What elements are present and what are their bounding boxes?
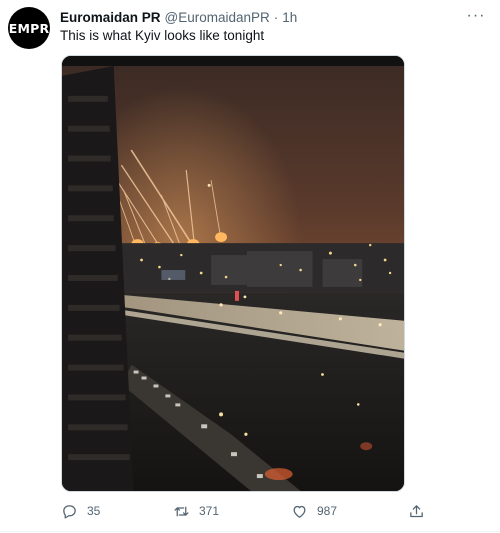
tweet-timestamp[interactable]: 1h — [282, 10, 297, 25]
share-icon — [410, 504, 423, 517]
retweet-icon — [174, 506, 189, 516]
tweet[interactable]: EMPR Euromaidan PR @EuromaidanPR · 1h ··… — [0, 0, 500, 533]
retweet-button[interactable]: 371 — [173, 499, 219, 523]
retweet-count: 371 — [199, 504, 220, 518]
avatar-text: EMPR — [8, 20, 50, 36]
tweet-photo[interactable] — [61, 55, 405, 492]
avatar[interactable]: EMPR — [8, 7, 50, 49]
reply-button[interactable]: 35 — [61, 499, 100, 523]
tweet-actions: 35 371 987 — [61, 499, 431, 523]
author-display-name[interactable]: Euromaidan PR — [60, 10, 161, 25]
heart-icon — [293, 505, 306, 518]
author-handle[interactable]: @EuromaidanPR — [165, 10, 270, 25]
like-button[interactable]: 987 — [291, 499, 337, 523]
night-city-photo — [62, 56, 404, 491]
tweet-text: This is what Kyiv looks like tonight — [60, 28, 265, 43]
share-button[interactable] — [408, 499, 425, 523]
reply-count: 35 — [87, 504, 101, 518]
reply-icon — [63, 504, 76, 519]
tweet-header: Euromaidan PR @EuromaidanPR · 1h — [60, 8, 297, 26]
divider — [0, 531, 500, 532]
more-options-button[interactable]: ··· — [464, 6, 488, 26]
header-separator: · — [273, 9, 279, 25]
more-icon: ··· — [466, 7, 486, 24]
like-count: 987 — [317, 504, 338, 518]
